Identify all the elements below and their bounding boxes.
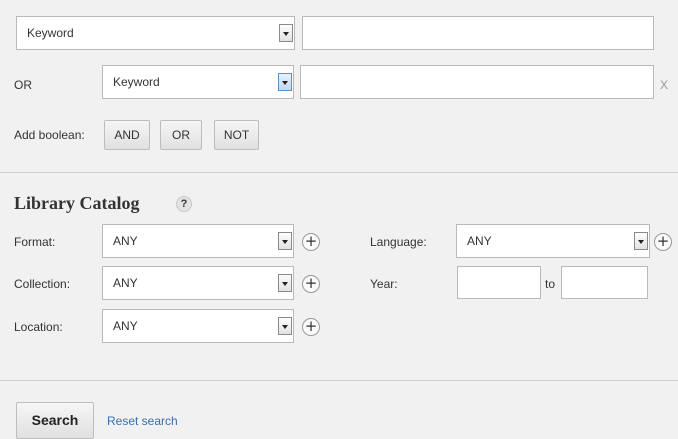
query-input-2[interactable]: [300, 65, 654, 99]
location-select-value: ANY: [113, 319, 138, 333]
field-select-1[interactable]: Keyword: [16, 16, 295, 50]
add-language-icon[interactable]: +: [654, 233, 672, 251]
operator-label: OR: [14, 78, 32, 92]
divider: [0, 172, 678, 173]
chevron-down-icon[interactable]: [278, 274, 292, 292]
and-button[interactable]: AND: [104, 120, 150, 150]
format-select[interactable]: ANY: [102, 224, 294, 258]
language-label: Language:: [370, 235, 427, 249]
search-button[interactable]: Search: [16, 402, 94, 439]
field-select-2-value: Keyword: [113, 75, 160, 89]
chevron-down-icon[interactable]: [278, 232, 292, 250]
chevron-down-icon[interactable]: [278, 73, 292, 91]
add-boolean-label: Add boolean:: [14, 128, 85, 142]
not-button[interactable]: NOT: [214, 120, 259, 150]
query-input-1[interactable]: [302, 16, 654, 50]
reset-search-link[interactable]: Reset search: [107, 414, 178, 428]
year-label: Year:: [370, 277, 398, 291]
add-location-icon[interactable]: +: [302, 318, 320, 336]
field-select-2[interactable]: Keyword: [102, 65, 294, 99]
chevron-down-icon[interactable]: [279, 24, 293, 42]
format-select-value: ANY: [113, 234, 138, 248]
field-select-1-value: Keyword: [27, 26, 74, 40]
collection-label: Collection:: [14, 277, 71, 291]
year-to-input[interactable]: [561, 266, 648, 299]
location-select[interactable]: ANY: [102, 309, 294, 343]
language-select[interactable]: ANY: [456, 224, 650, 258]
remove-row-button[interactable]: X: [660, 78, 668, 92]
add-collection-icon[interactable]: +: [302, 275, 320, 293]
language-select-value: ANY: [467, 234, 492, 248]
add-format-icon[interactable]: +: [302, 233, 320, 251]
divider: [0, 380, 678, 381]
collection-select-value: ANY: [113, 276, 138, 290]
chevron-down-icon[interactable]: [634, 232, 648, 250]
location-label: Location:: [14, 320, 63, 334]
format-label: Format:: [14, 235, 56, 249]
year-from-input[interactable]: [457, 266, 541, 299]
chevron-down-icon[interactable]: [278, 317, 292, 335]
collection-select[interactable]: ANY: [102, 266, 294, 300]
or-button[interactable]: OR: [160, 120, 202, 150]
help-icon[interactable]: ?: [176, 196, 192, 212]
year-to-label: to: [545, 277, 556, 291]
section-title: Library Catalog: [14, 193, 140, 213]
